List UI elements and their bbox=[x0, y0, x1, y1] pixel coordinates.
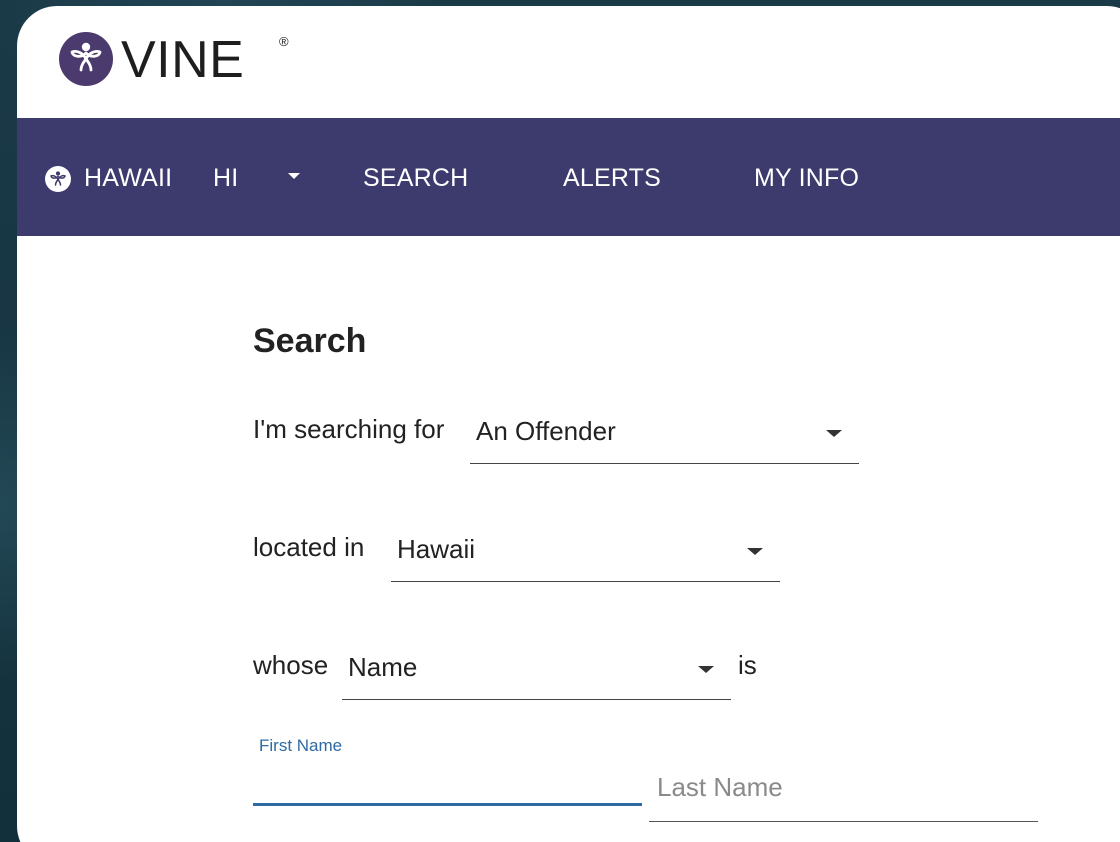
is-label: is bbox=[738, 650, 757, 680]
whose-attribute-value: Name bbox=[348, 652, 418, 682]
nav-state-name[interactable]: HAWAII bbox=[84, 160, 172, 196]
caret-down-icon bbox=[826, 430, 842, 437]
first-name-field[interactable]: First Name bbox=[253, 736, 642, 806]
search-panel: Search I'm searching for An Offender loc… bbox=[17, 236, 1120, 842]
caret-down-icon bbox=[698, 666, 714, 673]
searching-for-label: I'm searching for bbox=[253, 414, 445, 444]
last-name-placeholder: Last Name bbox=[657, 772, 783, 802]
last-name-underline bbox=[649, 820, 1038, 822]
vine-logo-icon[interactable] bbox=[59, 32, 113, 86]
nav-alerts[interactable]: ALERTS bbox=[563, 160, 661, 196]
searching-for-select[interactable]: An Offender bbox=[470, 408, 859, 464]
brand-registered-mark: ® bbox=[279, 34, 289, 49]
whose-label: whose bbox=[253, 650, 329, 680]
first-name-label: First Name bbox=[259, 736, 343, 755]
caret-down-icon bbox=[747, 548, 763, 555]
top-navigation: HAWAII HI SEARCH ALERTS MY INFO bbox=[17, 118, 1120, 236]
brand-header: VINE ® bbox=[17, 6, 1120, 118]
first-name-focus-underline bbox=[253, 803, 642, 806]
nav-state-selector[interactable]: HI bbox=[213, 160, 238, 196]
page-title: Search bbox=[253, 322, 367, 360]
searching-for-value: An Offender bbox=[476, 416, 616, 446]
whose-attribute-select[interactable]: Name bbox=[342, 644, 731, 700]
first-name-input[interactable] bbox=[253, 766, 642, 806]
vine-badge-icon bbox=[45, 166, 71, 192]
nav-search[interactable]: SEARCH bbox=[363, 160, 468, 196]
located-in-value: Hawaii bbox=[397, 534, 476, 564]
last-name-field[interactable]: Last Name bbox=[649, 752, 1038, 822]
vine-app-window: VINE ® HAWAII HI SEARCH ALERTS MY INFO S… bbox=[17, 6, 1120, 842]
brand-name[interactable]: VINE bbox=[121, 32, 244, 88]
state-caret-down-icon[interactable] bbox=[288, 173, 300, 179]
located-in-select[interactable]: Hawaii bbox=[391, 526, 780, 582]
nav-my-info[interactable]: MY INFO bbox=[754, 160, 859, 196]
located-in-label: located in bbox=[253, 532, 365, 562]
